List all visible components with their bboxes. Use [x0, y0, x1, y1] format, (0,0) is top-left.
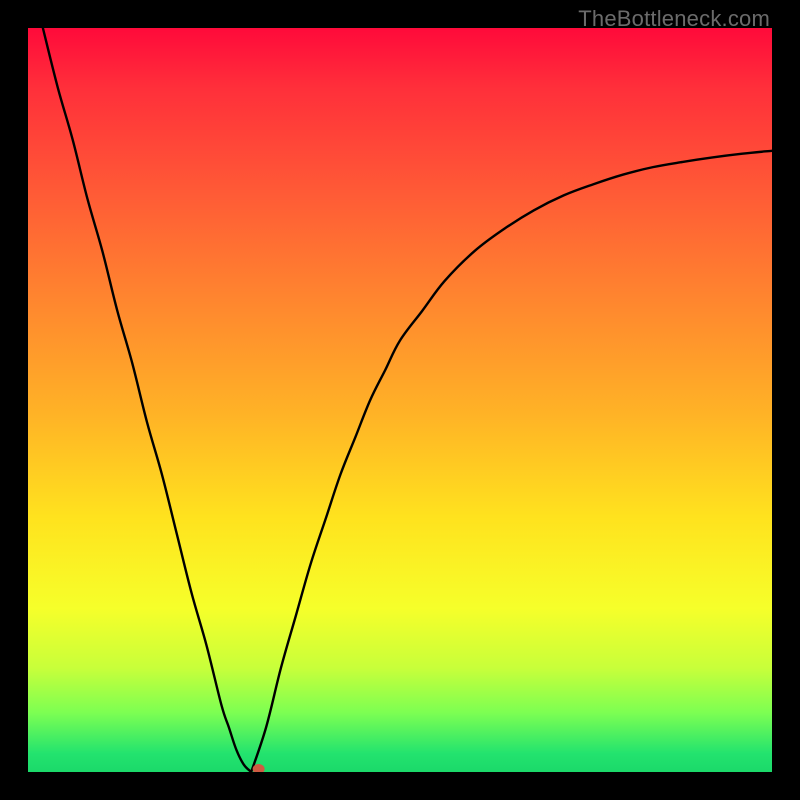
watermark-text: TheBottleneck.com	[578, 6, 770, 32]
chart-frame: TheBottleneck.com	[0, 0, 800, 800]
marker-dot	[253, 764, 265, 772]
curve-right-branch	[251, 151, 772, 772]
curve-svg	[28, 28, 772, 772]
plot-area	[28, 28, 772, 772]
curve-left-branch	[43, 28, 251, 772]
